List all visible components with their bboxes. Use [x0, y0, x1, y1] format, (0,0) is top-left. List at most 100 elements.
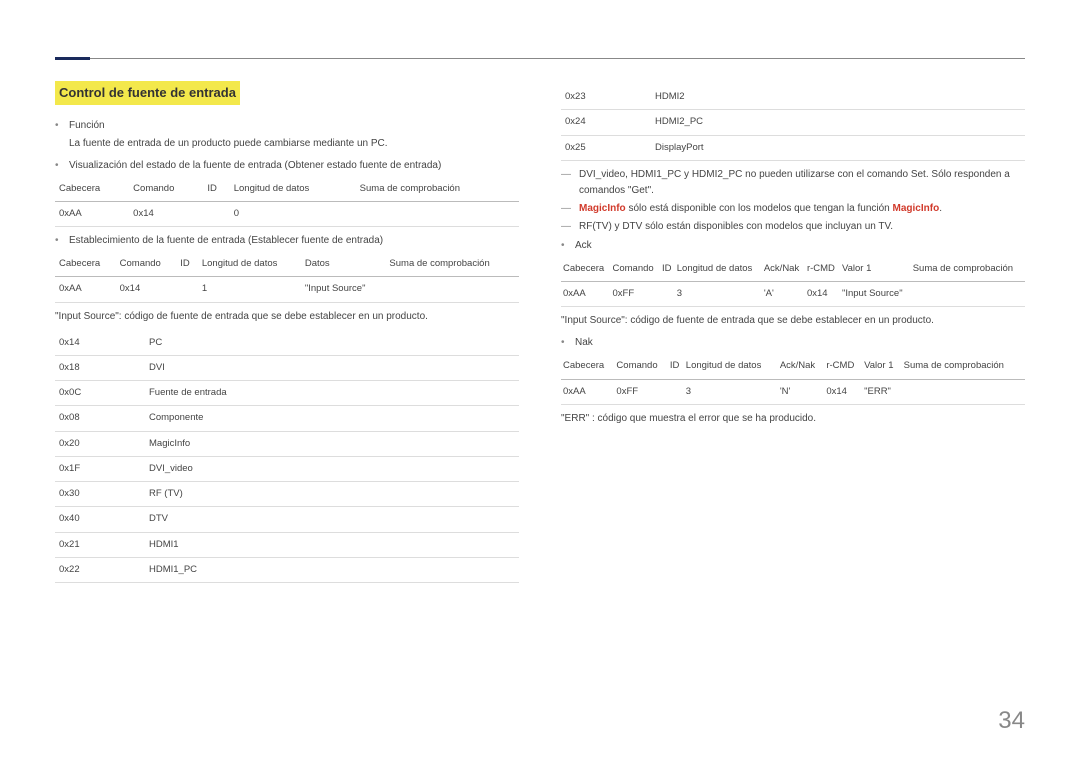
source-code: 0x30 [55, 482, 145, 507]
cell: 0xFF [614, 379, 667, 404]
source-row: 0x20MagicInfo [55, 431, 519, 456]
source-row: 0x30RF (TV) [55, 482, 519, 507]
ack-table: Cabecera Comando ID Longitud de datos Ac… [561, 257, 1025, 308]
col-comando: Comando [116, 252, 177, 277]
cell [660, 282, 675, 307]
bullet-icon: • [55, 118, 61, 133]
left-column: Control de fuente de entrada • Función L… [55, 81, 519, 589]
source-code: 0x40 [55, 507, 145, 532]
source-code: 0x21 [55, 532, 145, 557]
col: Ack/Nak [778, 354, 825, 379]
header-accent [55, 57, 90, 60]
col-longitud: Longitud de datos [230, 177, 356, 202]
col: Cabecera [561, 354, 614, 379]
dash-icon: ― [561, 201, 573, 217]
note-dvi: ― DVI_video, HDMI1_PC y HDMI2_PC no pued… [561, 167, 1025, 199]
cell [668, 379, 684, 404]
cell: 3 [684, 379, 778, 404]
col: Suma de comprobación [902, 354, 1025, 379]
bullet-icon: • [55, 233, 61, 248]
set-source-table: Cabecera Comando ID Longitud de datos Da… [55, 252, 519, 303]
two-column-layout: Control de fuente de entrada • Función L… [55, 81, 1025, 589]
source-row: 0x1FDVI_video [55, 456, 519, 481]
source-name: HDMI1_PC [145, 557, 519, 582]
note-rftv-text: RF(TV) y DTV sólo están disponibles con … [579, 219, 893, 235]
bullet-icon: • [561, 335, 567, 350]
source-name: MagicInfo [145, 431, 519, 456]
source-row: 0x40DTV [55, 507, 519, 532]
cell: 0xAA [55, 277, 116, 302]
ack-bullet: • Ack [561, 238, 1025, 253]
funcion-desc: La fuente de entrada de un producto pued… [69, 136, 519, 152]
source-codes-table-cont: 0x23HDMI20x24HDMI2_PC0x25DisplayPort [561, 85, 1025, 161]
note-magicinfo-text: MagicInfo sólo está disponible con los m… [579, 201, 942, 217]
bullet-icon: • [561, 238, 567, 253]
cell: 0xAA [561, 282, 610, 307]
cell: 0x14 [129, 201, 203, 226]
source-code: 0x18 [55, 355, 145, 380]
cell [385, 277, 519, 302]
col: Suma de comprobación [911, 257, 1025, 282]
page-number: 34 [998, 703, 1025, 739]
cell: 3 [675, 282, 762, 307]
source-name: HDMI2 [651, 85, 1025, 110]
cell: 'A' [762, 282, 805, 307]
cell [176, 277, 198, 302]
col: r-CMD [805, 257, 840, 282]
source-name: DisplayPort [651, 135, 1025, 160]
source-name: PC [145, 331, 519, 356]
col: ID [660, 257, 675, 282]
funcion-label: Función [69, 118, 105, 133]
cell [356, 201, 519, 226]
source-code: 0x23 [561, 85, 651, 110]
cell: 0x14 [824, 379, 862, 404]
cell: 1 [198, 277, 301, 302]
source-name: DTV [145, 507, 519, 532]
view-bullet: • Visualización del estado de la fuente … [55, 158, 519, 173]
right-column: 0x23HDMI20x24HDMI2_PC0x25DisplayPort ― D… [561, 81, 1025, 589]
col: Longitud de datos [684, 354, 778, 379]
source-name: DVI [145, 355, 519, 380]
set-label: Establecimiento de la fuente de entrada … [69, 233, 383, 248]
cell: "Input Source" [301, 277, 386, 302]
input-source-note: "Input Source": código de fuente de entr… [55, 309, 519, 325]
dash-icon: ― [561, 219, 573, 235]
col-cabecera: Cabecera [55, 177, 129, 202]
cell: 0xFF [610, 282, 659, 307]
col-comando: Comando [129, 177, 203, 202]
col: Cabecera [561, 257, 610, 282]
cell: 0x14 [116, 277, 177, 302]
text: . [939, 203, 942, 214]
cell [902, 379, 1025, 404]
cell: "Input Source" [840, 282, 911, 307]
source-row: 0x25DisplayPort [561, 135, 1025, 160]
source-row: 0x18DVI [55, 355, 519, 380]
source-name: DVI_video [145, 456, 519, 481]
source-code: 0x25 [561, 135, 651, 160]
source-code: 0x22 [55, 557, 145, 582]
cell: 0x14 [805, 282, 840, 307]
nak-label: Nak [575, 335, 593, 350]
source-code: 0x14 [55, 331, 145, 356]
dash-icon: ― [561, 167, 573, 199]
cell: 0xAA [561, 379, 614, 404]
col: Valor 1 [840, 257, 911, 282]
cell: 'N' [778, 379, 825, 404]
col-id: ID [176, 252, 198, 277]
bullet-icon: • [55, 158, 61, 173]
source-code: 0x24 [561, 110, 651, 135]
source-row: 0x0CFuente de entrada [55, 381, 519, 406]
col-id: ID [203, 177, 229, 202]
ack-label: Ack [575, 238, 592, 253]
ack-note: "Input Source": código de fuente de entr… [561, 313, 1025, 329]
nak-table: Cabecera Comando ID Longitud de datos Ac… [561, 354, 1025, 405]
set-bullet: • Establecimiento de la fuente de entrad… [55, 233, 519, 248]
source-row: 0x24HDMI2_PC [561, 110, 1025, 135]
source-row: 0x23HDMI2 [561, 85, 1025, 110]
source-row: 0x21HDMI1 [55, 532, 519, 557]
source-name: RF (TV) [145, 482, 519, 507]
cell: "ERR" [862, 379, 901, 404]
text: sólo está disponible con los modelos que… [626, 203, 893, 214]
cell: 0 [230, 201, 356, 226]
col: ID [668, 354, 684, 379]
